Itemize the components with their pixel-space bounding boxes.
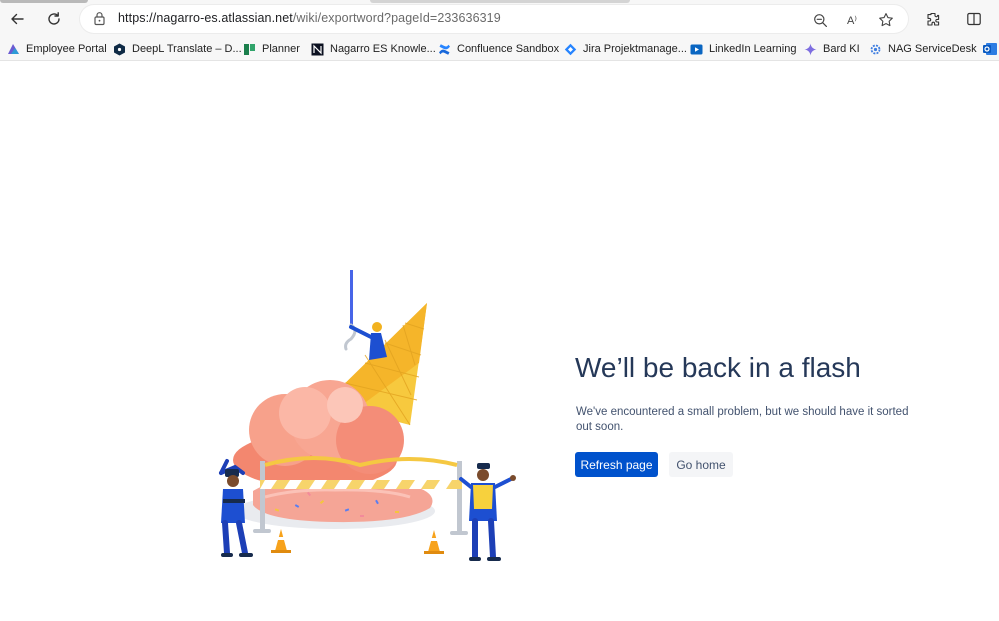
read-aloud-icon: A⁾	[846, 14, 858, 27]
bookmark-label: Planner	[262, 43, 300, 55]
favorite-button[interactable]	[877, 11, 895, 29]
split-screen-button[interactable]	[961, 6, 987, 32]
bookmark-planner[interactable]: Planner	[243, 41, 300, 57]
bookmark-label: DeepL Translate – D...	[132, 43, 242, 55]
extensions-icon	[927, 12, 940, 26]
url-host: https://nagarro-es.atlassian.net	[118, 11, 293, 25]
bookmark-employee-portal[interactable]: Employee Portal	[7, 41, 107, 57]
bookmark-nag-servicedesk[interactable]: NAG ServiceDesk	[869, 41, 977, 57]
error-heading: We’ll be back in a flash	[575, 352, 861, 383]
bookmark-label: Jira Projektmanage...	[583, 43, 687, 55]
browser-toolbar: https://nagarro-es.atlassian.net/wiki/ex…	[0, 0, 999, 38]
bookmark-label: Confluence Sandbox	[457, 43, 560, 55]
back-arrow-icon	[11, 13, 24, 25]
url-path: /wiki/exportword?pageId=233636319	[292, 11, 501, 25]
bookmark-label: Bard KI	[823, 43, 860, 55]
tab-indicator	[0, 0, 88, 3]
bookmarks-bar: Employee Portal DeepL Translate – D... P…	[0, 38, 999, 61]
zoom-out-icon	[813, 13, 827, 27]
split-screen-icon	[967, 12, 981, 26]
bookmark-label: LinkedIn Learning	[709, 43, 797, 55]
bookmark-label: NAG ServiceDesk	[888, 43, 977, 55]
go-home-button[interactable]: Go home	[669, 452, 733, 477]
url-text[interactable]: https://nagarro-es.atlassian.net/wiki/ex…	[118, 11, 501, 25]
deepl-icon	[114, 43, 125, 55]
bookmark-nagarro-knowledge[interactable]: Nagarro ES Knowle...	[311, 41, 436, 57]
star-icon	[879, 13, 893, 27]
employee-portal-icon	[8, 43, 19, 54]
reload-button[interactable]	[41, 6, 67, 32]
nagarro-icon	[311, 43, 324, 55]
bard-icon	[804, 43, 817, 55]
outlook-icon[interactable]	[983, 42, 997, 56]
tab-indicator	[370, 0, 630, 3]
bookmark-label: Employee Portal	[26, 43, 107, 55]
bookmark-deepl[interactable]: DeepL Translate – D...	[113, 41, 242, 57]
servicedesk-icon	[870, 44, 881, 54]
planner-icon	[244, 43, 255, 55]
bookmark-label: Nagarro ES Knowle...	[330, 43, 436, 55]
lock-icon	[94, 12, 105, 26]
back-button[interactable]	[4, 6, 30, 32]
refresh-page-button[interactable]: Refresh page	[575, 452, 658, 477]
reload-icon	[48, 12, 60, 25]
error-message: We've encountered a small problem, but w…	[576, 406, 909, 433]
confluence-icon	[439, 43, 450, 55]
bookmark-bard[interactable]: Bard KI	[804, 41, 860, 57]
jira-icon	[564, 43, 577, 55]
extensions-button[interactable]	[920, 6, 946, 32]
bookmark-linkedin-learning[interactable]: LinkedIn Learning	[690, 41, 796, 57]
read-aloud-button[interactable]: A⁾	[843, 11, 861, 29]
bookmark-confluence-sandbox[interactable]: Confluence Sandbox	[438, 41, 559, 57]
bookmark-jira[interactable]: Jira Projektmanage...	[564, 41, 687, 57]
zoom-button[interactable]	[811, 11, 829, 29]
linkedin-learning-icon	[690, 44, 703, 54]
address-bar[interactable]: https://nagarro-es.atlassian.net/wiki/ex…	[80, 5, 908, 33]
melted-ice-cream-illustration	[219, 270, 516, 561]
